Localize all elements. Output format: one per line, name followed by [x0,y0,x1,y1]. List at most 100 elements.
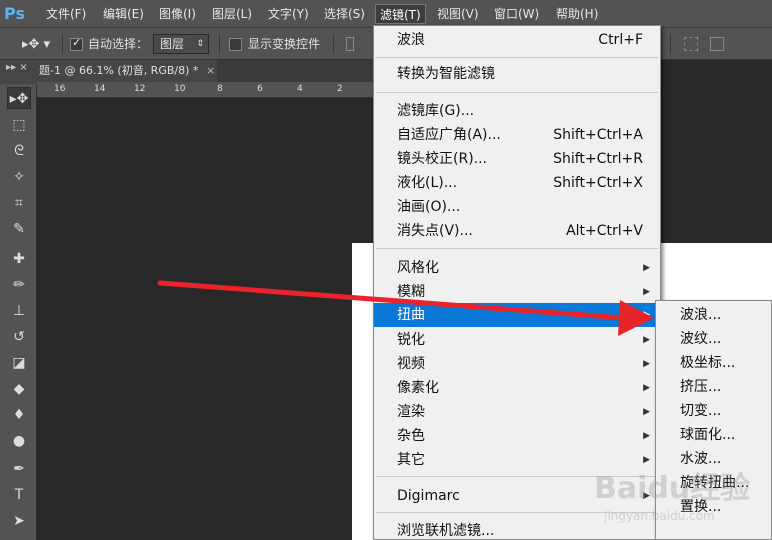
menu-item-label: 波浪 [397,32,425,48]
menu-item-sharpen[interactable]: 锐化 ▶ [374,328,660,352]
document-tab[interactable]: 题-1 @ 66.1% (初音, RGB/8) * [37,60,217,82]
baidu-watermark: Baidu经验 jingyan.baidu.com [594,471,750,523]
menu-edit[interactable]: 编辑(E) [99,4,148,24]
menu-item-vanishing-point[interactable]: 消失点(V)... Alt+Ctrl+V [374,219,660,243]
submenu-arrow-icon: ▶ [643,359,650,369]
menu-bar: Ps 文件(F) 编辑(E) 图像(I) 图层(L) 文字(Y) 选择(S) 滤… [0,0,772,28]
menu-layer[interactable]: 图层(L) [208,4,256,24]
eyedropper-tool-icon[interactable]: ✎ [7,218,31,240]
menu-item-label: 视频 [397,356,425,372]
menu-item-label: 油画(O)... [397,199,461,215]
menu-item-label: 其它 [397,452,425,468]
move-tool-preset-icon[interactable]: ▸✥ ▾ [22,36,50,53]
menu-item-oil-paint[interactable]: 油画(O)... [374,195,660,219]
menu-type[interactable]: 文字(Y) [264,4,313,24]
menu-image[interactable]: 图像(I) [155,4,200,24]
paint-bucket-tool-icon[interactable]: ◆ [7,378,31,400]
horizontal-ruler: 16 14 12 10 8 6 4 2 [37,82,377,98]
submenu-item-ripple[interactable]: 波纹... [656,327,772,351]
menu-item-last-filter[interactable]: 波浪 Ctrl+F [374,28,660,52]
ruler-tick: 14 [94,84,106,94]
marquee-tool-icon[interactable]: ⬚ [7,114,31,136]
submenu-item-pinch[interactable]: 挤压... [656,375,772,399]
pen-tool-icon[interactable]: ✒ [7,458,31,480]
canvas-workspace[interactable] [37,98,377,540]
history-brush-tool-icon[interactable]: ↺ [7,326,31,348]
toolbox: ▸▸ × ▸✥ ⬚ ᘓ ✧ ⌗ ✎ ✚ ✏ ⊥ ↺ ◪ ◆ ♦ ● ✒ T ➤ [0,60,37,540]
watermark-text: Baidu经验 [594,471,750,506]
type-tool-icon[interactable]: T [7,484,31,506]
submenu-item-wave[interactable]: 波浪... [656,303,772,327]
close-tab-icon[interactable]: × [206,60,216,82]
clone-stamp-tool-icon[interactable]: ⊥ [7,300,31,322]
menu-item-label: 模糊 [397,284,425,300]
submenu-item-label: 球面化... [680,427,736,443]
menu-window[interactable]: 窗口(W) [490,4,543,24]
submenu-item-spherize[interactable]: 球面化... [656,423,772,447]
menu-item-render[interactable]: 渲染 ▶ [374,400,660,424]
distribute-icon[interactable] [684,37,698,51]
dropdown-arrows-icon: ⇕ [196,39,204,49]
menu-item-blur[interactable]: 模糊 ▶ [374,280,660,304]
collapse-icon[interactable]: ▸▸ × [6,62,28,73]
ruler-tick: 10 [174,84,186,94]
menu-file[interactable]: 文件(F) [42,4,90,24]
tab-bar-background [217,60,377,82]
submenu-item-shear[interactable]: 切变... [656,399,772,423]
menu-item-label: 转换为智能滤镜 [397,66,495,82]
menu-view[interactable]: 视图(V) [433,4,483,24]
auto-select-target-dropdown[interactable]: 图层 ⇕ [153,34,209,54]
toolbox-header[interactable]: ▸▸ × [0,60,37,84]
show-transform-label: 显示变换控件 [248,37,321,51]
menu-help[interactable]: 帮助(H) [552,4,602,24]
menu-item-adaptive-wide-angle[interactable]: 自适应广角(A)... Shift+Ctrl+A [374,123,660,147]
brush-tool-icon[interactable]: ✏ [7,274,31,296]
submenu-arrow-icon: ▶ [643,431,650,441]
align-top-edges-icon[interactable] [346,37,354,51]
menu-item-label: 自适应广角(A)... [397,127,501,143]
submenu-item-label: 切变... [680,403,722,419]
menu-item-liquify[interactable]: 液化(L)... Shift+Ctrl+X [374,171,660,195]
ruler-tick: 12 [134,84,146,94]
path-selection-tool-icon[interactable]: ➤ [7,510,31,532]
menu-item-label: 扭曲 [397,307,425,323]
menu-item-video[interactable]: 视频 ▶ [374,352,660,376]
menu-filter[interactable]: 滤镜(T) [375,4,426,24]
submenu-arrow-icon: ▶ [643,407,650,417]
menu-item-label: 杂色 [397,428,425,444]
lasso-tool-icon[interactable]: ᘓ [7,140,31,162]
menu-item-filter-gallery[interactable]: 滤镜库(G)... [374,99,660,123]
submenu-arrow-icon: ▶ [643,287,650,297]
menu-item-lens-correction[interactable]: 镜头校正(R)... Shift+Ctrl+R [374,147,660,171]
show-transform-checkbox[interactable] [229,38,242,51]
submenu-item-label: 极坐标... [680,355,736,371]
menu-separator [376,248,658,249]
auto-select-target-value: 图层 [160,37,185,51]
menu-item-pixelate[interactable]: 像素化 ▶ [374,376,660,400]
eraser-tool-icon[interactable]: ◪ [7,352,31,374]
menu-item-label: 镜头校正(R)... [397,151,488,167]
healing-brush-tool-icon[interactable]: ✚ [7,248,31,270]
blur-tool-icon[interactable]: ♦ [7,404,31,426]
dodge-tool-icon[interactable]: ● [7,430,31,452]
menu-item-label: Digimarc [397,488,460,504]
submenu-item-polar-coordinates[interactable]: 极坐标... [656,351,772,375]
magic-wand-tool-icon[interactable]: ✧ [7,166,31,188]
move-tool-icon[interactable]: ▸✥ [7,87,31,109]
menu-item-shortcut: Shift+Ctrl+A [553,127,643,143]
menu-item-noise[interactable]: 杂色 ▶ [374,424,660,448]
submenu-arrow-icon: ▶ [643,335,650,345]
menu-item-label: 消失点(V)... [397,223,473,239]
menu-item-label: 渲染 [397,404,425,420]
menu-item-stylize[interactable]: 风格化 ▶ [374,256,660,280]
menu-item-distort[interactable]: 扭曲 ▶ [374,303,660,327]
distribute-horizontal-icon[interactable] [710,37,724,51]
submenu-arrow-icon: ▶ [643,383,650,393]
auto-select-checkbox[interactable] [70,36,83,51]
menu-item-shortcut: Shift+Ctrl+X [553,175,643,191]
menu-item-convert-smart[interactable]: 转换为智能滤镜 [374,62,660,86]
ruler-tick: 6 [257,84,263,94]
menu-select[interactable]: 选择(S) [320,4,369,24]
submenu-arrow-icon: ▶ [643,263,650,273]
crop-tool-icon[interactable]: ⌗ [7,192,31,214]
